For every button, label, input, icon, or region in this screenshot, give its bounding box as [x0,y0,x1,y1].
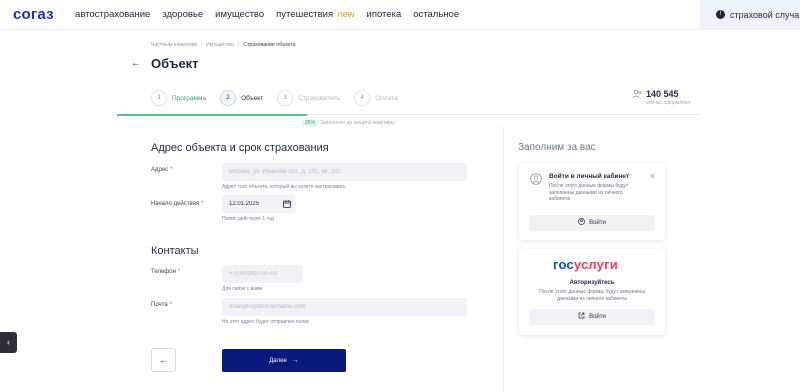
address-label: Адрес * [151,167,173,173]
step-policyholder[interactable]: 3 Страхователь [277,90,340,106]
step-number: 1 [151,90,167,106]
phone-label: Телефон * [151,269,181,275]
nav-item-travel[interactable]: путешествия new [276,9,354,20]
nav-item-auto[interactable]: автострахование [75,9,150,20]
insurance-case-label: страховой случа [730,10,800,20]
step-number: 2 [220,90,237,106]
nav-item-property[interactable]: имущество [215,9,264,20]
start-date-label: Начало действия * [151,201,204,207]
login-icon [578,218,585,225]
step-label: Программа [172,94,207,102]
stat-count: 140 545 [646,89,679,99]
external-link-icon [578,312,585,319]
login-button-label: Войти [589,220,606,226]
login-card: ✕ Войти в личный кабинет После этого дан… [519,163,665,240]
stepper: 1 Программа 2 Объект 3 Страхователь 4 Оп… [151,90,412,106]
gosuslugi-button-label: Войти [589,314,606,320]
back-button[interactable]: ← [151,348,176,372]
calendar-icon[interactable] [283,200,291,208]
step-program[interactable]: 1 Программа [151,90,206,106]
nav-menu: автострахование здоровье имущество путеш… [75,9,459,20]
start-date-hint: Полис действует 1 год [222,216,274,222]
login-card-heading: Войти в личный кабинет [549,173,630,180]
gosuslugi-heading: Авторизуйтесь [569,280,615,286]
nav-item-travel-label: путешествия [276,9,334,20]
progress-percent-badge: 25% [302,119,319,127]
step-label: Страхователь [298,94,341,102]
email-hint: На этот адрес будет отправлен полис [222,319,310,325]
step-label: Объект [241,94,264,102]
phone-input[interactable] [222,265,303,283]
gosuslugi-text: После этого данные формы будут заполнены… [539,289,645,302]
nav-item-health[interactable]: здоровье [162,9,203,20]
phone-hint: Для связи с вами [222,286,263,292]
people-icon [632,89,642,99]
step-number: 3 [277,90,294,106]
column-divider [503,126,504,392]
breadcrumb: Частным клиентам / Имущество / Страхование о… [151,42,296,48]
step-payment[interactable]: 4 Оплата [354,90,398,106]
gosuslugi-logo: госуслуги [553,257,618,272]
address-input[interactable] [222,163,467,181]
alert-icon: ! [716,10,725,19]
step-number: 4 [354,90,371,106]
next-button-label: Далее [269,358,287,364]
email-input[interactable] [222,298,467,316]
sogaz-logo[interactable]: согаз [13,6,54,23]
user-icon [530,173,542,185]
back-arrow-icon[interactable]: ← [131,59,141,69]
breadcrumb-item-private[interactable]: Частным клиентам [151,42,197,48]
address-hint: Адрес того объекта, который вы хотите за… [222,184,346,190]
nav-item-mortgage[interactable]: ипотека [367,9,402,20]
page-title: Объект [151,56,199,71]
top-navigation: согаз автострахование здоровье имущество… [0,0,800,30]
arrow-right-icon: → [291,357,299,364]
close-icon[interactable]: ✕ [649,172,656,181]
next-button[interactable]: Далее → [222,349,346,372]
autofill-title: Заполним за вас [518,142,596,153]
address-section-title: Адрес объекта и срок страхования [151,142,329,154]
contacts-section-title: Контакты [151,245,199,257]
login-card-text: После этого данные формы будут заполнены… [549,183,629,202]
email-label: Почта * [151,302,173,308]
gosuslugi-login-button[interactable]: Войти [529,309,655,325]
progress-fill [117,114,307,116]
insurance-case-button[interactable]: ! страховой случа [700,0,800,30]
nav-item-other[interactable]: остальное [413,9,459,20]
progress-text: Заполнено до защиты квартиры [320,120,395,126]
gosuslugi-card: госуслуги Авторизуйтесь После этого данн… [519,249,665,335]
chevron-left-icon[interactable]: ‹ [0,332,17,353]
stat-subtitle: сейчас оформляют [646,100,691,106]
new-badge: new [337,9,355,20]
breadcrumb-item-current: Страхование объекта [243,42,296,48]
breadcrumb-item-property[interactable]: Имущество [206,42,234,48]
login-button[interactable]: Войти [529,215,655,231]
step-object[interactable]: 2 Объект [220,90,263,106]
step-label: Оплата [375,94,398,102]
